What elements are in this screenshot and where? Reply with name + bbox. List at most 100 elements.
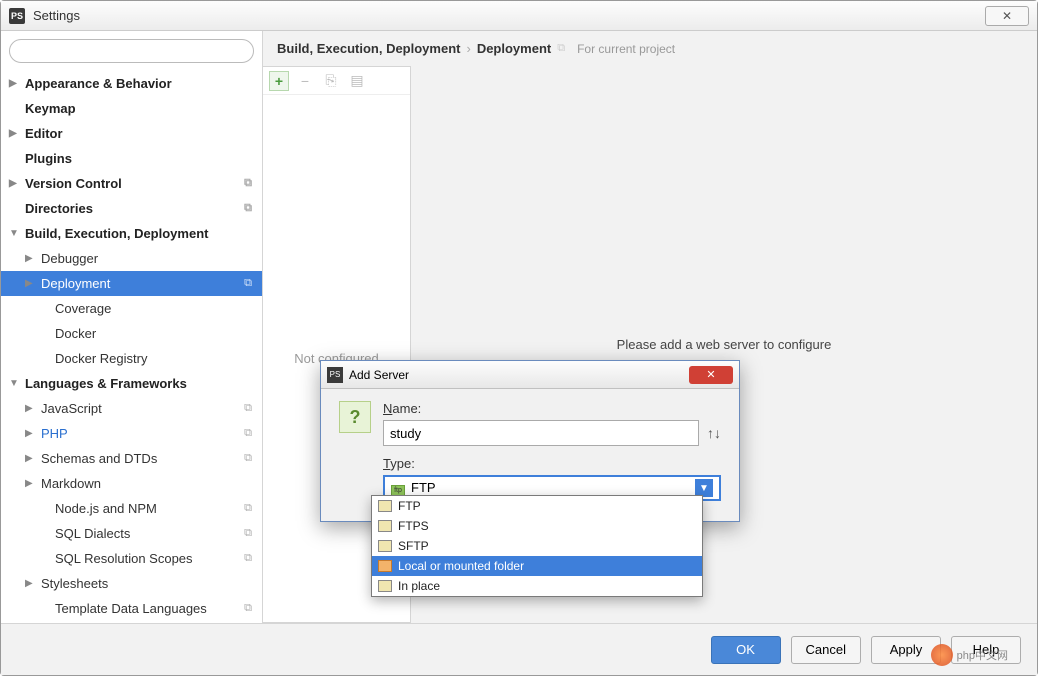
tree-item-version-control[interactable]: ▶ Version Control ⧉: [1, 171, 262, 196]
project-scope-icon: ⧉: [244, 527, 252, 540]
dropdown-item-label: Local or mounted folder: [398, 559, 524, 573]
tree-item-label: Deployment: [41, 276, 110, 291]
tree-item-label: Keymap: [25, 101, 76, 116]
tree-item-label: Plugins: [25, 151, 72, 166]
tree-item-label: Debugger: [41, 251, 98, 266]
tree-item-schemas-and-dtds[interactable]: ▶ Schemas and DTDs ⧉: [1, 446, 262, 471]
tree-item-label: SQL Dialects: [55, 526, 130, 541]
project-scope-icon: ⧉: [244, 552, 252, 565]
dropdown-item-ftps[interactable]: FTPS: [372, 516, 702, 536]
dialog-app-icon: PS: [327, 367, 343, 383]
tree-arrow-icon: ▶: [9, 178, 17, 189]
ok-button[interactable]: OK: [711, 636, 781, 664]
tree-item-debugger[interactable]: ▶Debugger: [1, 246, 262, 271]
type-dropdown[interactable]: FTP FTPS SFTP Local or mounted folder In pla…: [371, 495, 703, 597]
tree-item-plugins[interactable]: ▶Plugins: [1, 146, 262, 171]
tree-arrow-icon: ▶: [25, 403, 33, 414]
tree-item-label: Editor: [25, 126, 63, 141]
tree-item-label: Directories: [25, 201, 93, 216]
project-scope-icon: ⧉: [244, 277, 252, 290]
name-label: Name:: [383, 401, 721, 416]
type-icon: [378, 500, 392, 512]
tree-item-label: SQL Resolution Scopes: [55, 551, 193, 566]
tree-item-stylesheets[interactable]: ▶Stylesheets: [1, 571, 262, 596]
tree-item-php[interactable]: ▶PHP⧉: [1, 421, 262, 446]
project-scope-icon: ⧉: [557, 42, 565, 55]
dropdown-item-label: In place: [398, 579, 440, 593]
tree-item-javascript[interactable]: ▶JavaScript⧉: [1, 396, 262, 421]
tree-item-sql-resolution-scopes[interactable]: ▶SQL Resolution Scopes⧉: [1, 546, 262, 571]
tree-item-editor[interactable]: ▶ Editor: [1, 121, 262, 146]
dropdown-item-label: FTP: [398, 499, 421, 513]
project-scope-icon: ⧉: [244, 452, 252, 465]
settings-tree[interactable]: ▶Appearance & Behavior▶Keymap▶Editor▶Plu…: [1, 71, 262, 623]
tree-arrow-icon: ▶: [25, 453, 33, 464]
server-name-input[interactable]: [383, 420, 699, 446]
watermark-logo: [931, 644, 953, 666]
tree-item-label: PHP: [41, 426, 68, 441]
tree-item-coverage[interactable]: ▶Coverage: [1, 296, 262, 321]
dialog-close-button[interactable]: ✕: [689, 366, 733, 384]
tree-item-languages-frameworks[interactable]: ▼Languages & Frameworks: [1, 371, 262, 396]
tree-item-build-execution-deployment[interactable]: ▼Build, Execution, Deployment: [1, 221, 262, 246]
titlebar: PS Settings ✕: [1, 1, 1037, 31]
tree-arrow-icon: ▶: [9, 78, 17, 89]
tree-item-keymap[interactable]: ▶Keymap: [1, 96, 262, 121]
watermark: php中文网: [931, 644, 1008, 666]
tree-item-appearance-behavior[interactable]: ▶ Appearance & Behavior: [1, 71, 262, 96]
project-scope-icon: ⧉: [244, 427, 252, 440]
app-icon: PS: [9, 8, 25, 24]
tree-item-label: Version Control: [25, 176, 122, 191]
type-value: FTP: [411, 480, 436, 495]
dropdown-item-label: SFTP: [398, 539, 429, 553]
dropdown-item-sftp[interactable]: SFTP: [372, 536, 702, 556]
tree-item-label: Stylesheets: [41, 576, 108, 591]
footer: OK Cancel Apply Help php中文网: [1, 623, 1037, 675]
remove-server-button[interactable]: −: [295, 71, 315, 91]
dropdown-item-in-place[interactable]: In place: [372, 576, 702, 596]
tree-item-label: Coverage: [55, 301, 111, 316]
project-scope-icon: ⧉: [244, 177, 252, 190]
tree-arrow-icon: ▶: [25, 478, 33, 489]
tree-item-docker[interactable]: ▶Docker: [1, 321, 262, 346]
type-icon: [378, 580, 392, 592]
tree-arrow-icon: ▶: [9, 128, 17, 139]
tree-item-label: Docker Registry: [55, 351, 147, 366]
tree-item-docker-registry[interactable]: ▶Docker Registry: [1, 346, 262, 371]
project-scope-icon: ⧉: [244, 202, 252, 215]
tree-item-label: Appearance & Behavior: [25, 76, 172, 91]
tree-item-label: Schemas and DTDs: [41, 451, 157, 466]
window-title: Settings: [33, 8, 985, 23]
type-icon: [378, 520, 392, 532]
tree-item-label: Template Data Languages: [55, 601, 207, 616]
cancel-button[interactable]: Cancel: [791, 636, 861, 664]
project-scope-icon: ⧉: [244, 502, 252, 515]
window-close-button[interactable]: ✕: [985, 6, 1029, 26]
add-server-button[interactable]: +: [269, 71, 289, 91]
tree-item-directories[interactable]: ▶Directories⧉: [1, 196, 262, 221]
dropdown-item-label: FTPS: [398, 519, 429, 533]
tree-arrow-icon: ▶: [25, 278, 33, 289]
type-icon: [378, 540, 392, 552]
dialog-fields: Name: ↑↓ Type: ftpFTP ▼: [383, 401, 721, 501]
dropdown-item-ftp[interactable]: FTP: [372, 496, 702, 516]
project-scope-icon: ⧉: [244, 402, 252, 415]
breadcrumb-root[interactable]: Build, Execution, Deployment: [277, 41, 460, 56]
type-label: Type:: [383, 456, 721, 471]
copy-server-button[interactable]: ⎘: [321, 71, 341, 91]
tree-item-node-js-and-npm[interactable]: ▶Node.js and NPM⧉: [1, 496, 262, 521]
search-wrap: 🔍: [1, 31, 262, 71]
tree-item-label: Build, Execution, Deployment: [25, 226, 208, 241]
tree-item-markdown[interactable]: ▶Markdown: [1, 471, 262, 496]
type-icon: [378, 560, 392, 572]
tree-item-sql-dialects[interactable]: ▶SQL Dialects⧉: [1, 521, 262, 546]
dropdown-item-local-or-mounted-folder[interactable]: Local or mounted folder: [372, 556, 702, 576]
tree-item-template-data-languages[interactable]: ▶Template Data Languages⧉: [1, 596, 262, 621]
help-icon[interactable]: ?: [339, 401, 371, 433]
servers-toolbar: + − ⎘ ▤: [263, 67, 410, 95]
more-button[interactable]: ▤: [347, 71, 367, 91]
breadcrumb: Build, Execution, Deployment › Deploymen…: [263, 31, 1037, 66]
tree-item-deployment[interactable]: ▶ Deployment ⧉: [1, 271, 262, 296]
search-input[interactable]: [9, 39, 254, 63]
sort-order-icon[interactable]: ↑↓: [707, 425, 721, 441]
